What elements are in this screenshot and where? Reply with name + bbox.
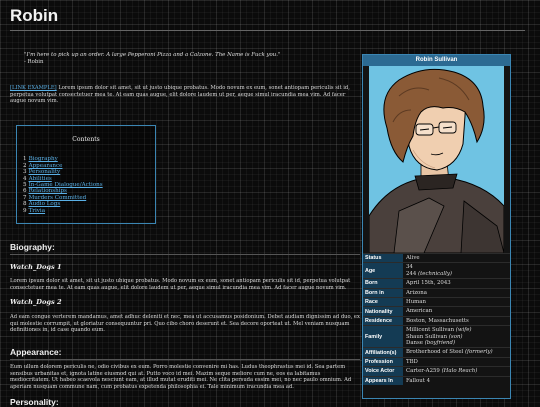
toc-num: 5	[23, 182, 27, 189]
heading-divider	[10, 254, 360, 255]
infobox-row-nationality: Nationality American	[363, 306, 510, 316]
toc-num: 2	[23, 162, 27, 169]
infobox-value: Arizona	[406, 289, 427, 296]
heading-appearance: Appearance:	[10, 347, 62, 357]
infobox-key: Born	[363, 279, 403, 288]
infobox-row-affiliations: Affiliation(s) Brotherhood of Steel (for…	[363, 347, 510, 357]
infobox-value: Fallout 4	[406, 377, 431, 384]
toc-num: 1	[23, 156, 27, 163]
toc-link-relationships[interactable]: Relationships	[29, 188, 67, 194]
affiliation-value: Brotherhood of Steel	[406, 349, 464, 356]
heading-watch-dogs-1: Watch_Dogs 1	[10, 263, 62, 271]
family-relation: (boyfriend)	[424, 340, 456, 347]
infobox-value: Brotherhood of Steel (formerly)	[403, 348, 510, 356]
infobox-row-profession: Profession TBD	[363, 356, 510, 367]
link-example[interactable]: [LINK EXAMPLE]	[10, 85, 57, 91]
infobox-value: Human	[406, 299, 426, 306]
quote-block: "I'm here to pick up an order. A large P…	[24, 52, 280, 66]
infobox-value: Alive	[406, 255, 420, 261]
infobox-title: Robin Sullivan	[363, 55, 510, 66]
toc-link-personality[interactable]: Personality	[29, 169, 61, 175]
intro-text: Lorem ipsum dolor sit amet, sit ut justo…	[10, 85, 350, 105]
infobox-key: Race	[363, 298, 403, 307]
infobox-row-residence: Residence Boston, Massachusetts	[363, 315, 510, 326]
infobox-value: Carter-A259 (Halo Reach)	[403, 367, 510, 375]
paragraph-watch-dogs-1: Lorem ipsum dolor sit amet, sit ut justo…	[10, 278, 351, 291]
toc-link-dialogue[interactable]: In-Game Dialogue/Actions	[29, 182, 103, 188]
infobox-key: Affiliation(s)	[363, 348, 403, 357]
voice-actor-value: Carter-A259	[406, 368, 440, 375]
toc-num: 3	[23, 169, 27, 176]
character-infobox: Robin Sullivan Status Alive Age 34 244 (…	[362, 54, 511, 399]
toc-num: 7	[23, 194, 27, 201]
infobox-row-age: Age 34 244 (technically)	[363, 262, 510, 279]
paragraph-watch-dogs-2: Ad eam congue verterem mandamus, amet ad…	[10, 314, 360, 333]
quote-text: "I'm here to pick up an order. A large P…	[24, 52, 281, 58]
infobox-row-voice-actor: Voice Actor Carter-A259 (Halo Reach)	[363, 366, 510, 376]
toc-num: 4	[23, 175, 27, 182]
infobox-value: Boston, Massachusetts	[406, 317, 469, 324]
toc-list: 1 Biography 2 Appearance 3 Personality 4 Abi…	[17, 156, 155, 214]
heading-watch-dogs-2: Watch_Dogs 2	[10, 298, 62, 306]
infobox-key: Family	[363, 326, 403, 348]
family-relation: (son)	[448, 333, 463, 340]
toc-link-audio-logs[interactable]: Audio Logs	[29, 201, 61, 207]
family-relation: (wife)	[455, 327, 472, 334]
infobox-key: Nationality	[363, 307, 403, 316]
paragraph-appearance: Eum ullum dolorem periculis ne, odio civ…	[10, 364, 352, 390]
toc-item-trivia: 9 Trivia	[23, 208, 155, 214]
voice-actor-note: (Halo Reach)	[441, 368, 478, 375]
infobox-row-appears-in: Appears In Fallout 4	[363, 375, 510, 386]
infobox-row-status: Status Alive	[363, 253, 510, 263]
toc-link-murders[interactable]: Murders Committed	[29, 195, 87, 201]
toc-link-abilities[interactable]: Abilities	[29, 176, 52, 182]
family-member: Millicent Sullivan	[406, 327, 455, 334]
infobox-key: Born in	[363, 288, 403, 298]
infobox-key: Age	[363, 263, 403, 279]
infobox-row-family: Family Millicent Sullivan (wife) Shaun S…	[363, 325, 510, 348]
toc-num: 9	[23, 207, 27, 214]
infobox-value: TBD	[406, 358, 418, 365]
toc-link-biography[interactable]: Biography	[29, 156, 58, 162]
infobox-key: Profession	[363, 357, 403, 367]
affiliation-note: (formerly)	[464, 349, 493, 356]
toc-link-trivia[interactable]: Trivia	[29, 208, 45, 214]
infobox-value: April 15th, 2043	[406, 280, 451, 287]
infobox-key: Voice Actor	[363, 367, 403, 376]
heading-personality: Personality:	[10, 397, 59, 407]
toc-title: Contents	[72, 136, 100, 143]
table-of-contents: Contents 1 Biography 2 Appearance 3 Persona…	[16, 125, 156, 224]
infobox-row-born-in: Born in Arizona	[363, 287, 510, 298]
infobox-row-race: Race Human	[363, 297, 510, 307]
infobox-table: Status Alive Age 34 244 (technically) Bo…	[363, 253, 510, 386]
infobox-key: Status	[363, 254, 403, 263]
age-value-alt: 244	[406, 270, 417, 277]
toc-num: 8	[23, 201, 27, 208]
infobox-value: American	[406, 308, 433, 315]
heading-biography: Biography:	[10, 242, 55, 252]
title-divider	[10, 30, 525, 31]
infobox-row-born: Born April 15th, 2043	[363, 278, 510, 288]
quote-author: - Robin	[24, 59, 44, 65]
intro-paragraph: [LINK EXAMPLE] Lorem ipsum dolor sit ame…	[10, 85, 355, 105]
page-title: Robin	[10, 6, 59, 25]
toc-num: 6	[23, 188, 27, 195]
character-portrait	[369, 66, 504, 253]
toc-link-appearance[interactable]: Appearance	[29, 163, 63, 169]
age-note: (technically)	[418, 270, 452, 277]
infobox-key: Residence	[363, 316, 403, 326]
infobox-value: Millicent Sullivan (wife) Shaun Sullivan…	[403, 326, 510, 347]
infobox-value: 34 244 (technically)	[403, 263, 510, 278]
family-member: Danse	[406, 340, 423, 347]
family-member: Shaun Sullivan	[406, 333, 448, 340]
infobox-key: Appears In	[363, 376, 403, 386]
heading-divider	[10, 359, 360, 360]
